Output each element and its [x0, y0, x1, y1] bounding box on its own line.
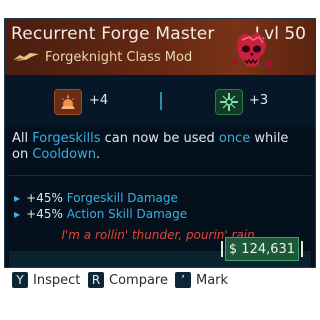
price-value: $ 124,631 — [228, 241, 296, 257]
action-skill-icon — [215, 89, 243, 115]
stat-divider — [160, 92, 162, 110]
stat-value-action: +3 — [249, 93, 269, 108]
forgeknight-class-icon — [13, 53, 39, 61]
red-skull-emblem-icon — [232, 32, 273, 68]
bullet-triangle-icon: ▶ — [14, 194, 21, 203]
key-mark-icon: ’ — [175, 272, 191, 288]
key-y-icon: Y — [12, 272, 28, 288]
action-bar: Y Inspect R Compare ’ Mark — [0, 272, 320, 294]
bonus-label: Action Skill Damage — [66, 207, 188, 221]
bonus-percent: +45% — [26, 207, 63, 221]
price-bracket-right — [301, 241, 303, 257]
item-class-row: Forgeknight Class Mod — [12, 48, 192, 66]
stats-row: +4 +3 — [5, 75, 315, 127]
price-bracket-left — [221, 241, 223, 257]
desc-keyword-forgeskills: Forgeskills — [32, 131, 101, 146]
forge-skill-icon — [54, 89, 82, 115]
desc-text: . — [96, 147, 101, 162]
item-class-label: Forgeknight Class Mod — [45, 49, 193, 65]
divider — [9, 175, 311, 176]
mark-action[interactable]: ’ Mark — [175, 272, 228, 288]
inspect-action[interactable]: Y Inspect — [12, 272, 80, 288]
compare-action[interactable]: R Compare — [88, 272, 168, 288]
compare-label: Compare — [109, 272, 168, 288]
bullet-triangle-icon: ▶ — [14, 210, 21, 219]
stat-value-forge: +4 — [89, 93, 109, 108]
bonus-percent: +45% — [26, 191, 63, 205]
item-header: Recurrent Forge Master Lvl 50 Forgeknigh… — [5, 19, 315, 75]
bonus-line: ▶ +45% Forgeskill Damage — [14, 191, 178, 205]
mark-label: Mark — [196, 272, 229, 288]
desc-keyword-cooldown: Cooldown — [32, 147, 97, 162]
price-badge: $ 124,631 — [221, 237, 303, 261]
inspect-label: Inspect — [33, 272, 81, 288]
item-card: Recurrent Forge Master Lvl 50 Forgeknigh… — [4, 18, 316, 268]
item-description: All Forgeskills can now be used once whi… — [12, 131, 308, 163]
key-r-icon: R — [88, 272, 104, 288]
desc-text: All — [12, 131, 33, 146]
desc-keyword-once: once — [218, 131, 251, 146]
desc-text: can now be used — [100, 131, 219, 146]
bonus-line: ▶ +45% Action Skill Damage — [14, 207, 187, 221]
item-name: Recurrent Forge Master — [11, 24, 215, 44]
bonus-label: Forgeskill Damage — [66, 191, 178, 205]
